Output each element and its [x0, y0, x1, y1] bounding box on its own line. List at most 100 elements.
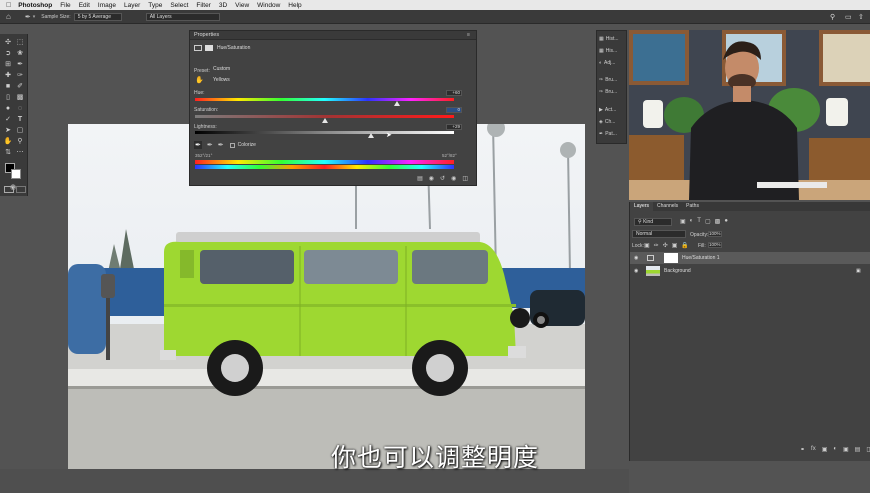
history-brush-icon[interactable]: ✐ — [15, 83, 25, 91]
delete-icon[interactable]: ◫ — [462, 175, 468, 182]
on-image-adjust-icon[interactable]: ✋ — [195, 76, 204, 84]
menu-3d[interactable]: 3D — [219, 2, 227, 9]
color-range-bar-bottom[interactable] — [195, 165, 454, 169]
pen-tool-icon[interactable]: ✓ — [3, 116, 13, 124]
more-tools-icon[interactable]: ⋯ — [15, 149, 25, 157]
colorize-checkbox[interactable] — [229, 142, 235, 148]
layer-filter-dropdown[interactable]: ⚲ Kind — [634, 218, 672, 226]
lock-position-icon[interactable]: ✣ — [663, 242, 668, 249]
screen-mode-icon[interactable] — [4, 186, 14, 193]
tab-channels[interactable]: Channels — [653, 202, 682, 211]
blur-tool-icon[interactable]: ● — [3, 105, 13, 113]
stamp-tool-icon[interactable]: ■ — [3, 83, 13, 91]
lock-image-icon[interactable]: ✑ — [654, 242, 659, 249]
layer-name[interactable]: Hue/Saturation 1 — [682, 252, 720, 264]
hue-slider-handle[interactable] — [394, 101, 401, 106]
panel-menu-icon[interactable]: ≡ — [467, 31, 470, 40]
filter-adjustment-icon[interactable]: ◐ — [690, 218, 694, 225]
menu-window[interactable]: Window — [257, 2, 280, 9]
eyedropper-add-icon[interactable]: ✒ — [207, 141, 213, 149]
lock-all-icon[interactable]: 🔒 — [681, 242, 688, 249]
gradient-tool-icon[interactable]: ▩ — [15, 94, 25, 102]
background-color-swatch[interactable] — [11, 169, 21, 179]
menu-help[interactable]: Help — [288, 2, 301, 9]
mask-icon[interactable] — [205, 45, 213, 51]
layer-row[interactable]: ◉ Background ▣ — [630, 265, 870, 277]
visibility-eye-icon[interactable]: ◉ — [634, 265, 638, 277]
menu-type[interactable]: Type — [148, 2, 162, 9]
fill-input[interactable]: 100% — [708, 242, 722, 248]
sample-size-dropdown[interactable]: 5 by 5 Average — [73, 12, 122, 21]
history-panel-button[interactable]: ▦ His... — [599, 48, 617, 54]
properties-tab[interactable]: Properties — [194, 32, 219, 38]
brush-tool-icon[interactable]: ✑ — [15, 72, 25, 80]
sample-layers-dropdown[interactable]: All Layers — [145, 12, 220, 21]
marquee-tool-icon[interactable]: ⬚ — [15, 39, 25, 47]
layer-row[interactable]: ◉ Hue/Saturation 1 — [630, 252, 870, 264]
frame-icon[interactable] — [16, 186, 26, 193]
adjustments-panel-button[interactable]: ◐ Adj... — [599, 60, 615, 66]
search-icon[interactable]: ⚲ — [830, 13, 835, 21]
channel-dropdown[interactable]: Yellows — [210, 77, 466, 85]
brushes-panel-button[interactable]: ✑ Bru... — [599, 89, 617, 95]
eyedropper-icon[interactable]: ✒ — [15, 61, 25, 69]
filter-toggle-icon[interactable]: ● — [724, 218, 728, 225]
apple-icon[interactable]:  — [6, 2, 11, 9]
quick-select-tool-icon[interactable]: ❀ — [15, 50, 25, 58]
menu-image[interactable]: Image — [98, 2, 116, 9]
brush-settings-button[interactable]: ✑ Bru... — [599, 77, 617, 83]
lightness-slider-handle[interactable] — [368, 133, 375, 138]
tool-preset-chevron-icon[interactable]: ▾ — [33, 14, 36, 20]
type-tool-icon[interactable]: T — [15, 116, 25, 124]
hue-slider-track[interactable] — [195, 98, 454, 101]
lock-transparent-icon[interactable]: ▣ — [644, 242, 650, 249]
actions-panel-button[interactable]: ▶ Act... — [599, 107, 616, 113]
preset-dropdown[interactable]: Custom — [210, 66, 466, 74]
layer-mask-thumbnail[interactable] — [664, 253, 678, 263]
tab-layers[interactable]: Layers — [630, 202, 654, 211]
share-icon[interactable]: ⇧ — [858, 13, 864, 21]
menu-app[interactable]: Photoshop — [18, 2, 52, 9]
layer-name[interactable]: Background — [664, 265, 691, 277]
eraser-tool-icon[interactable]: ▯ — [3, 94, 13, 102]
lightness-slider-track[interactable] — [195, 131, 454, 134]
dodge-tool-icon[interactable]: ◌ — [15, 105, 25, 113]
eyedropper-subtract-icon[interactable]: ✒ — [218, 141, 224, 149]
healing-tool-icon[interactable]: ✚ — [3, 72, 13, 80]
menu-layer[interactable]: Layer — [124, 2, 140, 9]
saturation-slider-handle[interactable] — [321, 118, 328, 123]
channels-panel-button[interactable]: ◈ Ch... — [599, 119, 615, 125]
tab-paths[interactable]: Paths — [682, 202, 703, 211]
view-previous-icon[interactable]: ◉ — [429, 175, 434, 182]
saturation-value[interactable]: 0 — [446, 107, 462, 113]
zoom-tool-icon[interactable]: ⚲ — [15, 138, 25, 146]
lasso-tool-icon[interactable]: ➲ — [3, 50, 13, 58]
lock-artboard-icon[interactable]: ▣ — [672, 242, 678, 249]
menu-view[interactable]: View — [235, 2, 249, 9]
histogram-panel-button[interactable]: ▦ Hist... — [599, 36, 619, 42]
opacity-input[interactable]: 100% — [708, 231, 722, 237]
path-select-tool-icon[interactable]: ➤ — [3, 127, 13, 135]
home-icon[interactable]: ⌂ — [6, 12, 11, 21]
paths-panel-button[interactable]: ✒ Pat... — [599, 131, 617, 137]
move-tool-icon[interactable]: ✣ — [3, 39, 13, 47]
menu-edit[interactable]: Edit — [79, 2, 90, 9]
blend-mode-dropdown[interactable]: Normal — [632, 230, 686, 238]
menu-filter[interactable]: Filter — [196, 2, 210, 9]
filter-type-icon[interactable]: T — [697, 218, 701, 225]
filter-smart-icon[interactable]: ▩ — [715, 218, 721, 225]
menu-file[interactable]: File — [60, 2, 70, 9]
hue-value[interactable]: +60 — [446, 90, 462, 96]
visibility-eye-icon[interactable]: ◉ — [634, 252, 638, 264]
eyedropper-tool-icon[interactable]: ✒ — [25, 13, 31, 21]
workspace-icon[interactable]: ▭ — [845, 13, 852, 21]
shape-tool-icon[interactable]: ▢ — [15, 127, 25, 135]
filter-shape-icon[interactable]: ▢ — [705, 218, 711, 225]
reset-icon[interactable]: ↺ — [440, 175, 445, 182]
properties-titlebar[interactable]: Properties ≡ — [190, 31, 476, 40]
menu-select[interactable]: Select — [170, 2, 188, 9]
edit-toolbar-icon[interactable]: ⇅ — [3, 149, 13, 157]
layer-thumbnail[interactable] — [646, 266, 660, 276]
crop-tool-icon[interactable]: ⊞ — [3, 61, 13, 69]
eyedropper-sample-icon[interactable]: ✒ — [194, 141, 202, 149]
